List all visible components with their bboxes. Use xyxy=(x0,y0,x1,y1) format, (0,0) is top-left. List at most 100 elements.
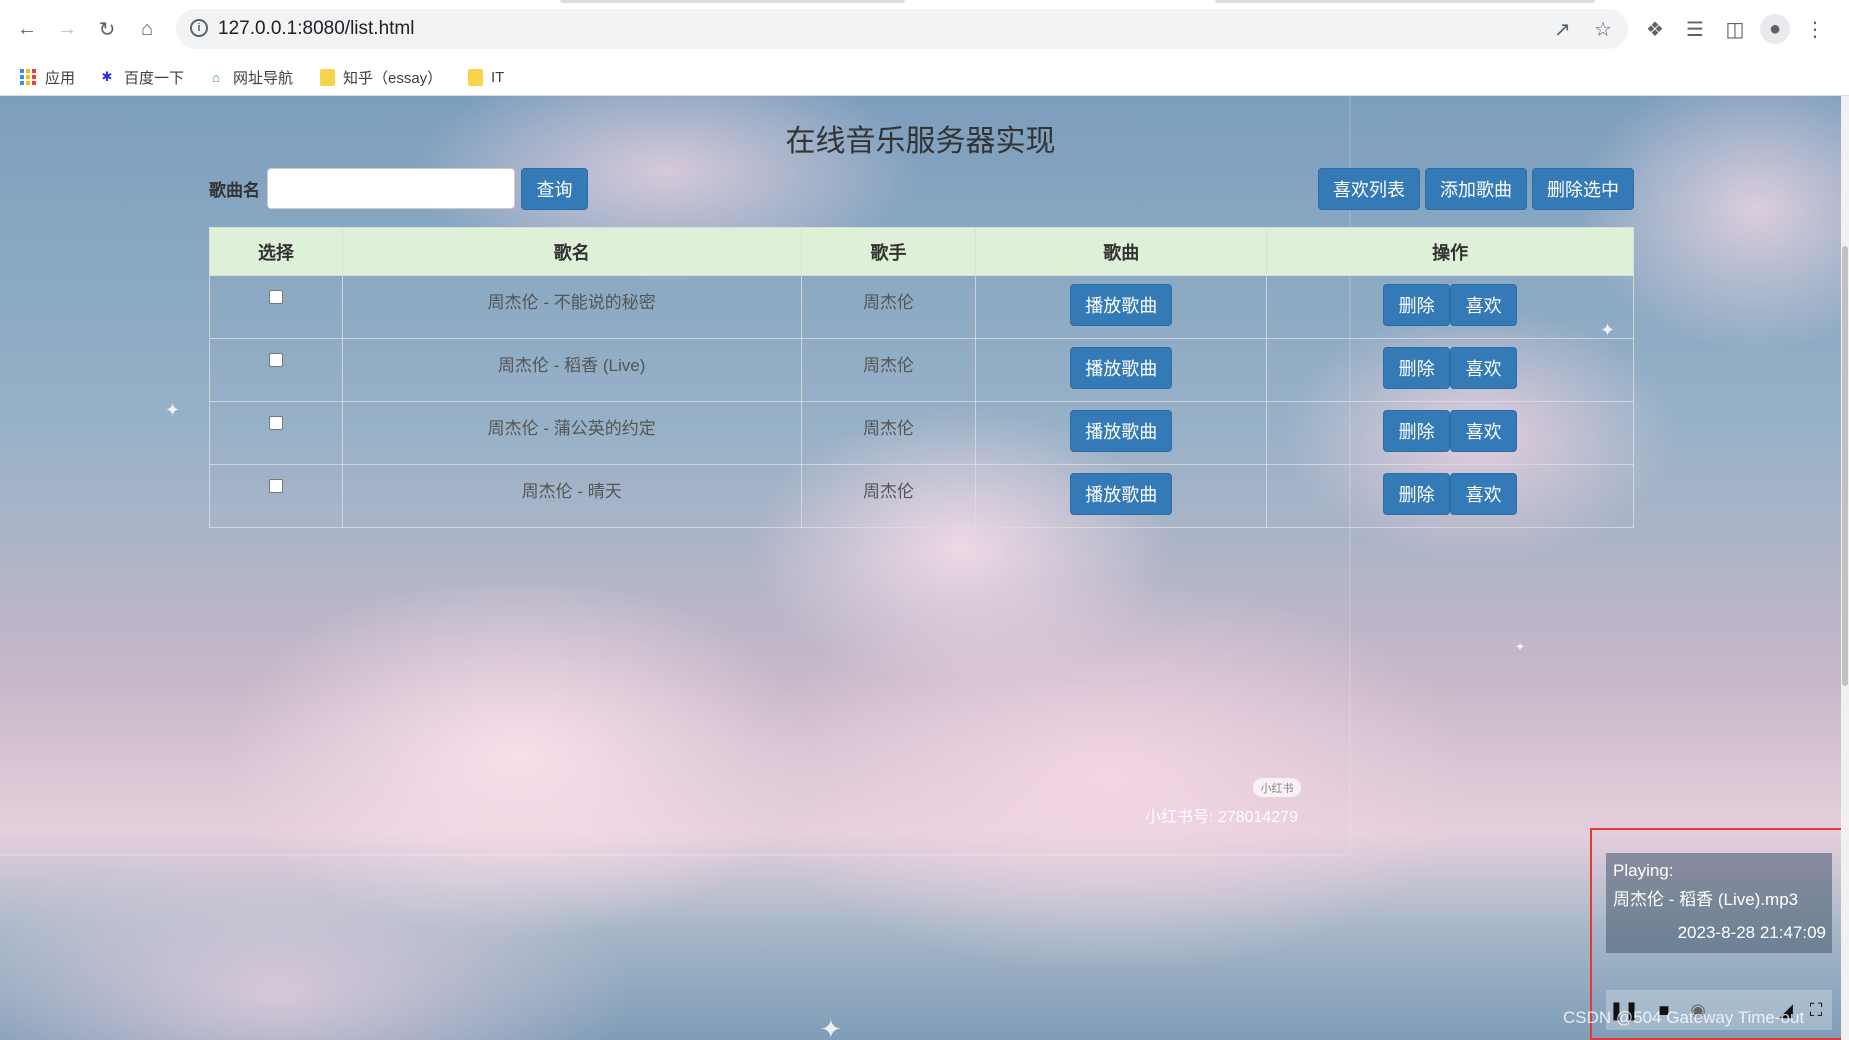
select-cell xyxy=(209,338,343,402)
tab-strip-edge xyxy=(560,0,905,3)
bookmarks-bar: 应用 ✱ 百度一下 ⌂ 网址导航 知乎（essay） IT xyxy=(0,58,1849,96)
header-actions: 操作 xyxy=(1266,227,1634,276)
like-button[interactable]: 喜欢 xyxy=(1450,347,1518,389)
like-button[interactable]: 喜欢 xyxy=(1450,473,1518,515)
sparkle-icon: ✦ xyxy=(165,400,181,420)
apps-grid-icon xyxy=(19,68,37,86)
play-song-button[interactable]: 播放歌曲 xyxy=(1070,410,1173,452)
liked-list-button[interactable]: 喜欢列表 xyxy=(1318,168,1420,210)
extensions-icon[interactable]: ❖ xyxy=(1640,14,1670,44)
row-checkbox[interactable] xyxy=(268,479,283,493)
folder-icon xyxy=(320,68,335,86)
player-info-panel: Playing: 周杰伦 - 稻香 (Live).mp3 2023-8-28 2… xyxy=(1606,853,1832,953)
header-song: 歌曲 xyxy=(975,227,1268,276)
table-row: 周杰伦 - 稻香 (Live) 周杰伦 播放歌曲 删除 喜欢 xyxy=(209,338,1634,402)
like-button[interactable]: 喜欢 xyxy=(1450,284,1518,326)
bookmark-label: 知乎（essay） xyxy=(343,69,443,87)
bookmark-star-icon[interactable]: ☆ xyxy=(1594,17,1612,42)
xiaohongshu-logo: 小红书 xyxy=(1253,778,1301,797)
delete-button[interactable]: 删除 xyxy=(1383,347,1451,389)
bookmark-label: 网址导航 xyxy=(233,69,294,87)
bookmark-zhihu-folder[interactable]: 知乎（essay） xyxy=(320,64,442,90)
table-header-row: 选择 歌名 歌手 歌曲 操作 xyxy=(209,227,1634,276)
menu-kebab-icon[interactable]: ⋮ xyxy=(1800,14,1830,44)
bookmark-label: IT xyxy=(491,68,505,86)
song-name-cell: 周杰伦 - 晴天 xyxy=(341,464,802,528)
sparkle-icon: ✦ xyxy=(820,1014,842,1040)
song-name-cell: 周杰伦 - 不能说的秘密 xyxy=(341,275,802,339)
bookmark-label: 应用 xyxy=(45,69,76,87)
add-song-button[interactable]: 添加歌曲 xyxy=(1425,168,1527,210)
row-checkbox[interactable] xyxy=(268,290,283,304)
browser-toolbar: ← → ↻ ⌂ i 127.0.0.1:8080/list.html ↗ ☆ ❖… xyxy=(0,0,1849,58)
actions-cell: 删除 喜欢 xyxy=(1266,464,1634,528)
search-label: 歌曲名 xyxy=(209,181,260,200)
music-table: 选择 歌名 歌手 歌曲 操作 周杰伦 - 不能说的秘密 周杰伦 播放歌曲 删除喜… xyxy=(209,227,1634,528)
bookmark-it-folder[interactable]: IT xyxy=(468,64,504,90)
actions-cell: 删除 喜欢 xyxy=(1266,338,1634,402)
sparkle-icon: ✦ xyxy=(1515,640,1526,654)
scrollbar-thumb[interactable] xyxy=(1842,246,1848,686)
play-song-button[interactable]: 播放歌曲 xyxy=(1070,473,1173,515)
baidu-paw-icon: ✱ xyxy=(101,69,113,84)
csdn-watermark: CSDN @504 Gateway Time-out xyxy=(1563,1008,1805,1027)
actions-cell: 删除 喜欢 xyxy=(1266,401,1634,465)
table-row: 周杰伦 - 晴天 周杰伦 播放歌曲 删除 喜欢 xyxy=(209,464,1634,528)
profile-avatar-icon[interactable]: ● xyxy=(1760,14,1790,44)
select-cell xyxy=(209,401,343,465)
like-button[interactable]: 喜欢 xyxy=(1450,410,1518,452)
player-song-name: 周杰伦 - 稻香 (Live).mp3 xyxy=(1613,890,1799,909)
select-cell xyxy=(209,464,343,528)
page-content: ✦ ✦ ✦ ✦ 在线音乐服务器实现 歌曲名 查询 喜欢列表 添加歌曲 删除选中 … xyxy=(0,96,1849,1040)
site-info-icon[interactable]: i xyxy=(190,19,208,37)
delete-button[interactable]: 删除 xyxy=(1383,410,1451,452)
header-song-name: 歌名 xyxy=(341,227,802,276)
back-icon[interactable]: ← xyxy=(12,14,42,44)
delete-selected-button[interactable]: 删除选中 xyxy=(1532,168,1634,210)
bookmark-baidu[interactable]: ✱ 百度一下 xyxy=(98,64,184,90)
table-row: 周杰伦 - 蒲公英的约定 周杰伦 播放歌曲 删除 喜欢 xyxy=(209,401,1634,465)
play-cell: 播放歌曲 xyxy=(975,275,1268,339)
share-icon[interactable]: ↗ xyxy=(1554,17,1571,42)
singer-cell: 周杰伦 xyxy=(800,464,977,528)
delete-button[interactable]: 删除 xyxy=(1383,473,1451,515)
select-cell xyxy=(209,275,343,339)
player-timestamp: 2023-8-28 21:47:09 xyxy=(1677,923,1826,942)
player-status-label: Playing: xyxy=(1613,861,1674,880)
search-button[interactable]: 查询 xyxy=(521,168,588,210)
fullscreen-icon[interactable]: ⛶ xyxy=(1806,1000,1826,1020)
home-icon[interactable]: ⌂ xyxy=(132,14,162,44)
page-title: 在线音乐服务器实现 xyxy=(785,125,1056,158)
bookmark-apps[interactable]: 应用 xyxy=(19,64,75,90)
table-row: 周杰伦 - 不能说的秘密 周杰伦 播放歌曲 删除 喜欢 xyxy=(209,275,1634,339)
nav-house-icon: ⌂ xyxy=(212,69,220,85)
reading-list-icon[interactable]: ☰ xyxy=(1680,14,1710,44)
song-name-cell: 周杰伦 - 稻香 (Live) xyxy=(341,338,802,402)
row-checkbox[interactable] xyxy=(268,353,283,367)
play-cell: 播放歌曲 xyxy=(975,338,1268,402)
address-bar[interactable]: i 127.0.0.1:8080/list.html ↗ ☆ xyxy=(176,9,1628,49)
song-name-input[interactable] xyxy=(267,168,515,209)
actions-cell: 删除 喜欢 xyxy=(1266,275,1634,339)
song-name-cell: 周杰伦 - 蒲公英的约定 xyxy=(341,401,802,465)
singer-cell: 周杰伦 xyxy=(800,338,977,402)
header-singer: 歌手 xyxy=(800,227,977,276)
singer-cell: 周杰伦 xyxy=(800,275,977,339)
play-song-button[interactable]: 播放歌曲 xyxy=(1070,284,1173,326)
delete-button[interactable]: 删除 xyxy=(1383,284,1451,326)
address-url: 127.0.0.1:8080/list.html xyxy=(218,18,415,39)
watermark-text: 小红书号: 278014279 xyxy=(1145,809,1298,826)
side-panel-icon[interactable]: ◫ xyxy=(1720,14,1750,44)
background-seam xyxy=(0,854,1349,856)
play-song-button[interactable]: 播放歌曲 xyxy=(1070,347,1173,389)
header-select: 选择 xyxy=(209,227,343,276)
bookmark-label: 百度一下 xyxy=(124,69,185,87)
folder-icon xyxy=(468,68,483,86)
forward-icon[interactable]: → xyxy=(52,14,82,44)
singer-cell: 周杰伦 xyxy=(800,401,977,465)
bookmark-nav[interactable]: ⌂ 网址导航 xyxy=(207,64,293,90)
page-scrollbar[interactable] xyxy=(1841,96,1849,1040)
row-checkbox[interactable] xyxy=(268,416,283,430)
reload-icon[interactable]: ↻ xyxy=(92,14,122,44)
play-cell: 播放歌曲 xyxy=(975,464,1268,528)
